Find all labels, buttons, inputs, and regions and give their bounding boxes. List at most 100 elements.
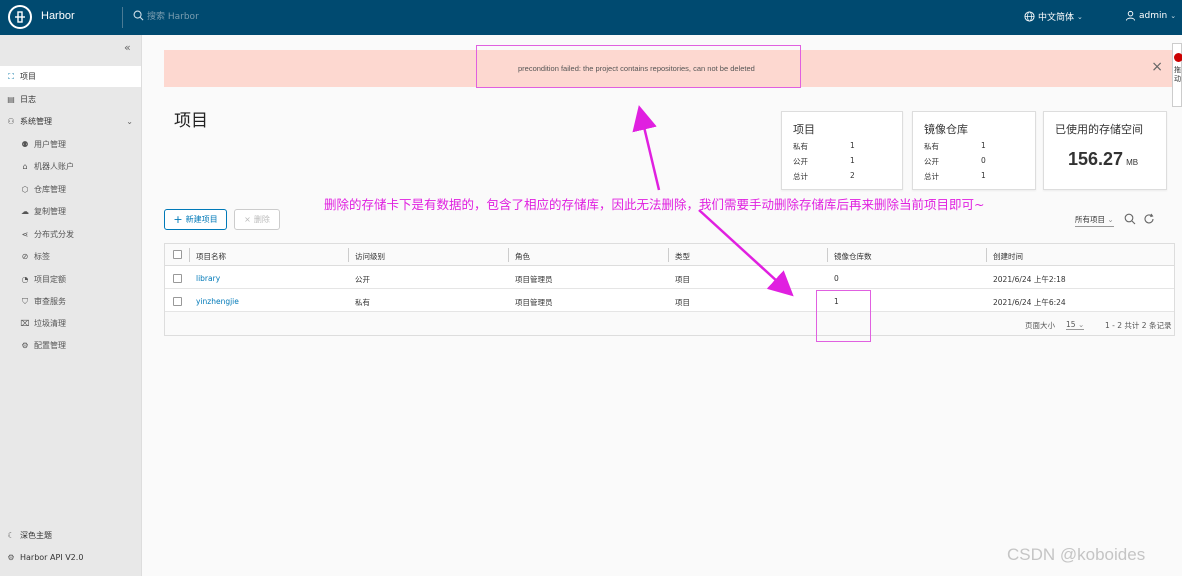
card-row-public: 公开 1 [793,156,855,166]
role: 项目管理员 [515,275,553,284]
sidebar-item-label: 仓库管理 [34,185,66,194]
project-name-link[interactable]: yinzhengjie [196,297,239,306]
search-icon[interactable] [133,10,144,21]
new-project-label: 新建项目 [185,215,218,224]
column-header[interactable]: 角色 [515,251,530,262]
chevron-down-icon: ⌄ [1170,11,1177,20]
sidebar-item-label: 机器人账户 [34,162,74,171]
sidebar-item-admin[interactable]: ⚇ 系统管理 ⌄ [0,111,141,132]
arrow-to-alert [632,105,661,191]
sidebar-item-label: 审查服务 [34,297,66,306]
created-time: 2021/6/24 上午2:18 [993,275,1066,284]
username: admin [1139,10,1168,21]
sidebar-item-users[interactable]: ⚉ 用户管理 [0,134,141,155]
language-selector[interactable]: 中文简体 ⌄ [1024,10,1083,23]
card-row-total: 总计 2 [793,171,855,181]
table-row[interactable]: library 公开 项目管理员 项目 0 2021/6/24 上午2:18 [165,266,1174,289]
chevron-down-icon: ⌄ [1107,215,1114,224]
globe-icon [1024,11,1035,22]
delete-button[interactable]: × 删除 [234,209,280,230]
refresh-icon[interactable] [1143,213,1155,225]
projects-summary-card: 项目 私有 1 公开 1 总计 2 [781,111,903,190]
delete-label: 删除 [253,215,270,224]
storage-summary-card: 已使用的存储空间 156.27 MB [1043,111,1167,190]
sidebar-item-label: 标签 [34,252,50,261]
edge-float-widget[interactable]: 拖动 [1172,43,1182,107]
users-icon: ⚉ [21,140,29,149]
projects-table: 项目名称 访问级别 角色 类型 镜像仓库数 创建时间 library 公开 项目… [164,243,1175,336]
sidebar-item-robots[interactable]: ⌂ 机器人账户 [0,156,141,177]
sidebar-item-labels[interactable]: ⊘ 标签 [0,246,141,267]
sidebar-item-replication[interactable]: ☁ 复制管理 [0,201,141,222]
access-level: 公开 [355,275,370,284]
annotation-highlight-box [476,45,801,88]
dark-theme-toggle[interactable]: ☾ 深色主题 [0,525,141,545]
column-header[interactable]: 镜像仓库数 [834,251,872,262]
sidebar-item-logs[interactable]: ▤ 日志 [0,89,141,110]
api-link[interactable]: ⚙ Harbor API V2.0 [0,547,141,567]
page-size-select[interactable]: 15 ⌄ [1066,320,1085,330]
moon-icon: ☾ [7,530,15,540]
card-title: 已使用的存储空间 [1055,123,1143,136]
page-title: 项目 [174,111,208,131]
collapse-sidebar-icon[interactable]: « [124,41,131,54]
card-row-public: 公开 0 [924,156,986,166]
plus-icon: + [173,213,183,226]
sidebar-item-config[interactable]: ⚙ 配置管理 [0,335,141,356]
card-row-private: 私有 1 [793,141,855,151]
project-name-link[interactable]: library [196,274,220,283]
logs-icon: ▤ [7,95,15,104]
row-checkbox[interactable] [173,274,182,283]
new-project-button[interactable]: + 新建项目 [164,209,227,230]
page-size-label: 页面大小 [1025,321,1055,330]
close-icon: × [244,215,251,224]
annotation-text: 删除的存储卡下是有数据的，包含了相应的存储库，因此无法删除，我们需要手动删除存储… [324,197,985,212]
edge-widget-text: 拖动 [1174,66,1181,83]
sidebar-item-registries[interactable]: ⬡ 仓库管理 [0,179,141,200]
sidebar-item-distribution[interactable]: ⋖ 分布式分发 [0,224,141,245]
user-icon [1125,10,1136,21]
card-title: 镜像仓库 [924,123,968,136]
column-header[interactable]: 类型 [675,251,690,262]
projects-icon: ⛶ [8,71,14,81]
row-checkbox[interactable] [173,297,182,306]
search-input[interactable] [147,10,327,24]
sidebar: « ⛶ 项目 ▤ 日志 ⚇ 系统管理 ⌄ ⚉ 用户管理 ⌂ 机器人账户 ⬡ 仓库… [0,35,142,576]
user-menu[interactable]: admin ⌄ [1125,10,1176,21]
chevron-down-icon: ⌄ [126,117,133,126]
sidebar-item-interrogation[interactable]: ⛉ 审查服务 [0,291,141,312]
admin-icon: ⚇ [7,117,15,126]
sidebar-item-gc[interactable]: ⌧ 垃圾清理 [0,313,141,334]
brand-name[interactable]: Harbor [41,10,75,22]
sidebar-item-quotas[interactable]: ◔ 项目定额 [0,269,141,290]
sidebar-item-label: 复制管理 [34,207,66,216]
label-icon: ⊘ [21,252,29,261]
sidebar-item-projects[interactable]: ⛶ 项目 [0,66,141,87]
role: 项目管理员 [515,298,553,307]
sidebar-item-label: 项目 [20,72,36,81]
column-header[interactable]: 项目名称 [196,251,226,262]
type: 项目 [675,298,690,307]
access-level: 私有 [355,298,370,307]
edge-dot-icon [1174,53,1182,62]
project-filter-select[interactable]: 所有项目 ⌄ [1075,214,1114,227]
close-icon[interactable]: × [1151,59,1163,75]
table-row[interactable]: yinzhengjie 私有 项目管理员 项目 1 2021/6/24 上午6:… [165,289,1174,312]
language-label: 中文简体 [1038,13,1075,23]
search-icon[interactable] [1124,213,1136,225]
repo-count: 0 [834,274,839,283]
column-header[interactable]: 访问级别 [355,251,385,262]
replication-icon: ☁ [21,207,29,216]
top-header: Harbor 中文简体 ⌄ admin ⌄ [0,0,1182,35]
type: 项目 [675,275,690,284]
column-header[interactable]: 创建时间 [993,251,1023,262]
api-label: Harbor API V2.0 [20,552,84,562]
filter-label: 所有项目 [1075,215,1105,224]
table-footer: 页面大小 15 ⌄ 1 - 2 共计 2 条记录 [165,312,1174,335]
quota-icon: ◔ [21,275,29,284]
select-all-checkbox[interactable] [173,250,182,259]
sidebar-item-label: 垃圾清理 [34,319,66,328]
dark-theme-label: 深色主题 [20,530,52,540]
table-header: 项目名称 访问级别 角色 类型 镜像仓库数 创建时间 [165,244,1174,266]
harbor-logo-icon[interactable] [8,5,32,29]
